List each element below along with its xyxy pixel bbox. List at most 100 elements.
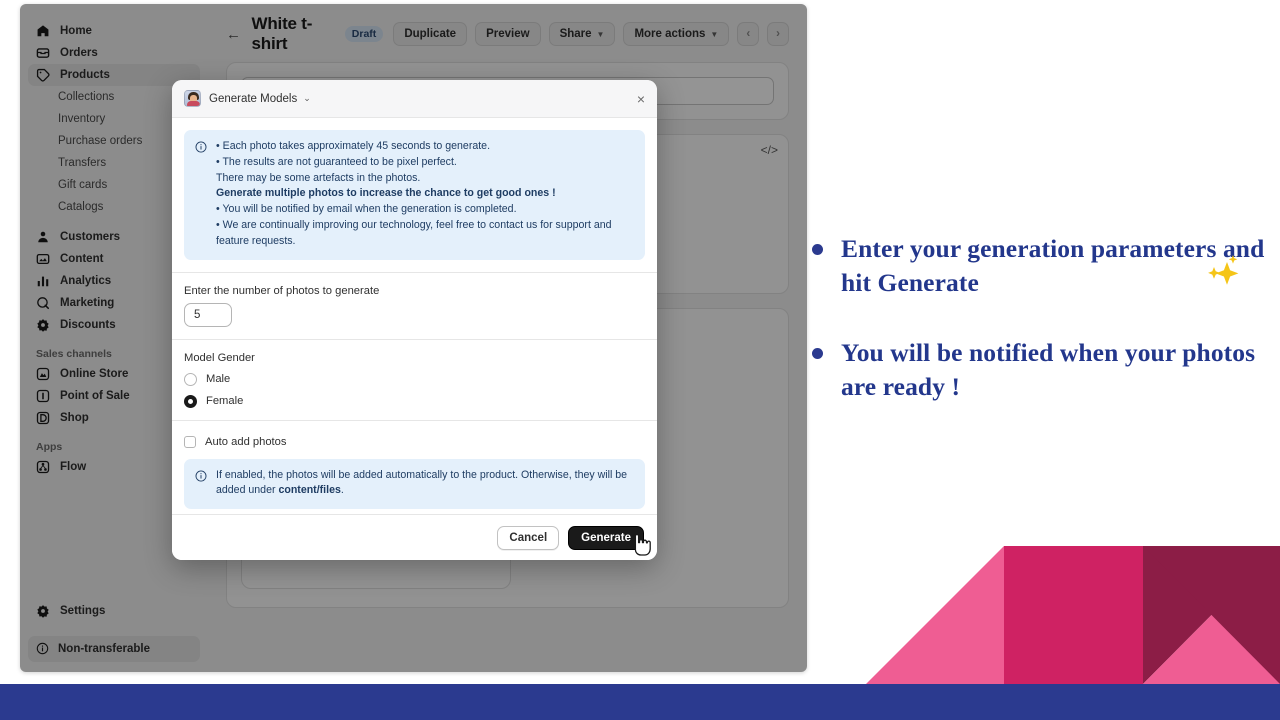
customers-icon [36,230,50,244]
sidebar-sub-label: Collections [58,91,115,103]
radio-button[interactable] [184,372,197,386]
info-line-emphasis: Generate multiple photos to increase the… [216,187,556,200]
chevron-left-icon: ‹ [746,28,751,40]
products-icon [36,68,50,82]
analytics-icon [36,274,50,288]
chevron-right-icon: › [776,28,780,40]
auto-add-info-text: If enabled, the photos will be added aut… [216,468,634,500]
generate-models-modal: Generate Models ⌄ × • Each photo takes a… [172,80,657,560]
button-label: Share [559,28,592,40]
sidebar-item-label: Discounts [60,319,116,331]
checkbox[interactable] [184,435,196,448]
code-icon[interactable]: </> [761,143,778,157]
note-item: You will be notified when your photos ar… [812,336,1267,404]
button-label: More actions [634,28,706,40]
auto-add-info-banner: If enabled, the photos will be added aut… [184,458,645,510]
modal-footer: Cancel Generate [172,514,657,560]
note-item: Enter your generation parameters and hit… [812,232,1267,300]
sparkles-icon [1208,255,1239,285]
pink-triangle-left [866,546,1004,684]
info-section: • Each photo takes approximately 45 seco… [172,118,657,260]
photo-count-section: Enter the number of photos to generate 5 [172,273,657,327]
shop-icon [36,411,50,425]
sidebar-item-label: Shop [60,412,89,424]
sidebar-item-label: Settings [60,605,106,617]
sidebar-item-label: Marketing [60,297,115,309]
note-text: You will be notified when your photos ar… [841,338,1256,401]
sidebar-item-label: Home [60,25,92,37]
radio-button-selected[interactable] [184,394,197,408]
share-button[interactable]: Share ▼ [548,22,616,46]
photo-count-label: Enter the number of photos to generate [184,284,380,297]
status-badge-non-transferable: Non-transferable [28,636,200,662]
radio-option-male[interactable]: Male [184,372,645,386]
info-line: • You will be notified by email when the… [216,203,517,216]
marketing-icon [36,296,50,310]
generate-models-app-icon [184,90,201,107]
sidebar-sub-label: Transfers [58,157,107,169]
sidebar-item-home[interactable]: Home [28,20,200,42]
model-gender-label: Model Gender [184,351,255,364]
radio-option-female[interactable]: Female [184,394,645,408]
page-actions: Duplicate Preview Share ▼ More actions ▼ ‹… [393,22,789,46]
sidebar-sub-label: Gift cards [58,179,108,191]
sidebar-item-label: Online Store [60,368,129,380]
info-banner-text: • Each photo takes approximately 45 seco… [216,139,612,250]
auto-add-photos-checkbox-row[interactable]: Auto add photos [184,435,645,448]
info-line: • We are continually improving our techn… [216,218,612,231]
back-button[interactable]: ← [226,26,242,43]
modal-header: Generate Models ⌄ × [172,80,657,118]
sidebar-item-label: Customers [60,231,121,243]
bottom-blue-bar [0,684,1280,720]
close-icon[interactable]: × [637,92,645,106]
preview-button[interactable]: Preview [475,22,541,46]
online-store-icon [36,367,50,381]
page-title: White t-shirt [251,14,313,53]
annotation-notes: Enter your generation parameters and hit… [812,232,1267,440]
photo-count-input[interactable]: 5 [184,302,232,327]
button-label: Preview [486,28,530,40]
sidebar-item-label: Point of Sale [60,390,130,402]
auto-add-section: Auto add photos If enabled, the photos w… [172,421,657,510]
cancel-button[interactable]: Cancel [497,525,560,550]
info-circle-icon [195,469,207,487]
sidebar-item-settings[interactable]: Settings [28,600,200,622]
info-circle-icon [195,140,207,158]
pink-rect-center [1004,546,1143,684]
button-label: Duplicate [404,28,457,40]
info-line: • The results are not guaranteed to be p… [216,155,457,168]
sidebar-item-label: Content [60,253,104,265]
sidebar-item-label: Flow [60,461,87,473]
home-icon [36,24,50,38]
info-line: feature requests. [216,234,296,247]
checkbox-label: Auto add photos [205,435,287,448]
status-badge-label: Non-transferable [58,643,151,655]
generation-info-banner: • Each photo takes approximately 45 seco… [184,130,645,260]
sidebar-footer: Settings Non-transferable [20,600,208,662]
discounts-icon [36,318,50,332]
sidebar-sub-label: Purchase orders [58,135,143,147]
bullet-icon [812,348,823,359]
info-text-path: content/files [278,484,341,497]
chevron-down-icon[interactable]: ⌄ [303,93,311,104]
orders-icon [36,46,50,60]
more-actions-button[interactable]: More actions ▼ [623,22,730,46]
radio-label: Male [206,373,231,386]
duplicate-button[interactable]: Duplicate [393,22,468,46]
page-header: ← White t-shirt Draft Duplicate Preview … [226,14,789,53]
status-badge-draft: Draft [344,26,384,42]
sidebar-sub-label: Inventory [58,113,106,125]
prev-product-button[interactable]: ‹ [737,22,760,46]
info-line: • Each photo takes approximately 45 seco… [216,140,491,152]
sidebar-item-label: Products [60,69,110,81]
sidebar-sub-label: Catalogs [58,201,104,213]
sidebar-item-label: Orders [60,47,98,59]
chevron-down-icon: ▼ [710,29,719,39]
next-product-button[interactable]: › [767,22,789,46]
info-text-post: . [340,484,344,497]
modal-title: Generate Models [209,92,298,105]
sidebar-item-orders[interactable]: Orders [28,42,200,64]
content-icon [36,252,50,266]
info-circle-icon [36,642,50,656]
point-of-sale-icon [36,389,50,403]
